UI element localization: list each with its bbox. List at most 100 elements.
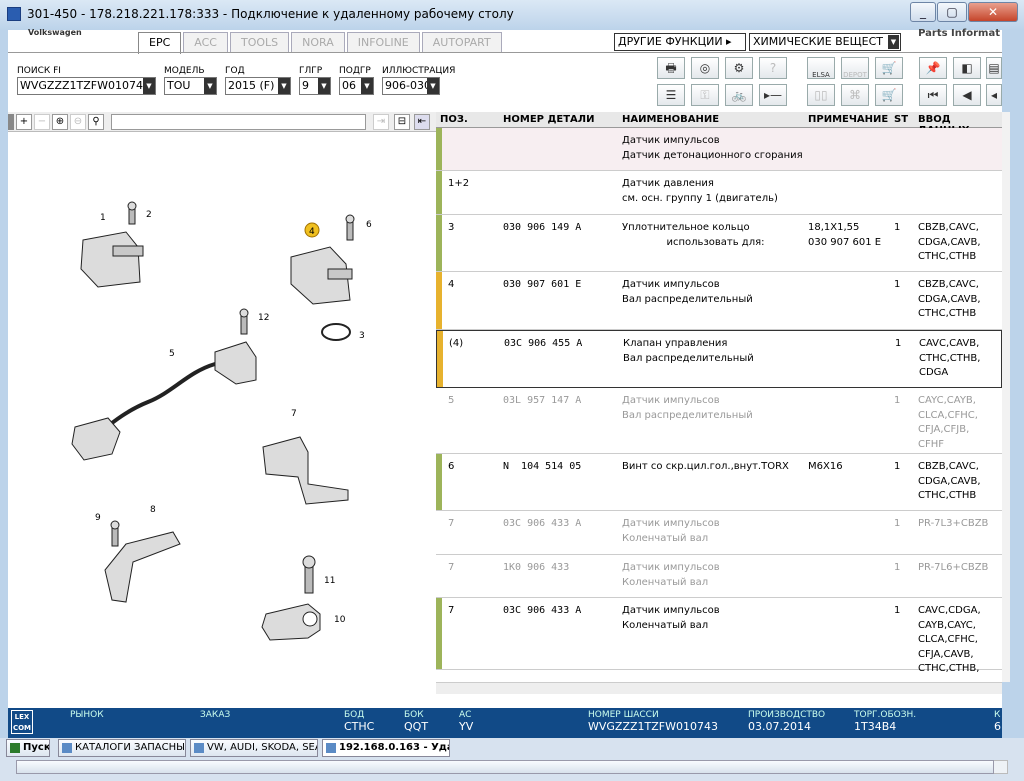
sg-select[interactable]: 06 ▼: [339, 77, 374, 95]
layout-icon[interactable]: ⊟: [394, 114, 410, 130]
col-part-number[interactable]: НОМЕР ДЕТАЛИ: [503, 114, 594, 125]
illustration-search-input[interactable]: [111, 114, 366, 130]
car-icon[interactable]: 🚲: [725, 84, 753, 106]
col-note[interactable]: ПРИМЕЧАНИЕ: [808, 114, 888, 125]
cell-st: 1: [894, 562, 901, 573]
table-row[interactable]: 5 03L 957 147 A Датчик импульсов Вал распр…: [436, 388, 1002, 454]
taskbar: Пуск КАТАЛОГИ ЗАПАСНЫХ ... VW, AUDI, SKO…: [0, 738, 1024, 758]
table-row[interactable]: Датчик импульсов Датчик детонационного с…: [436, 128, 1002, 171]
table-row[interactable]: 6 N 104 514 05 Винт со скр.цил.гол.,внут.T…: [436, 454, 1002, 511]
callout-4: 4: [309, 227, 315, 237]
cell-part-number: 03C 906 433 A: [503, 518, 582, 529]
hg-value: 9: [302, 79, 309, 92]
table-horizontal-scrollbar[interactable]: [436, 682, 1002, 694]
tab-acc[interactable]: ACC: [183, 32, 228, 52]
pin-icon[interactable]: 📌: [919, 57, 947, 79]
start-button[interactable]: Пуск: [6, 739, 50, 757]
zoom-reset-icon[interactable]: ⊖: [70, 114, 86, 130]
zoom-out-icon[interactable]: −: [34, 114, 50, 130]
cell-part-number: 03L 957 147 A: [503, 395, 582, 406]
help-icon[interactable]: ?: [759, 57, 787, 79]
chemicals-dropdown[interactable]: ХИМИЧЕСКИЕ ВЕЩЕСТ ▼: [749, 33, 901, 51]
chevron-down-icon[interactable]: ▼: [143, 78, 155, 94]
print-icon[interactable]: 🖶: [657, 57, 685, 79]
prev-page-icon[interactable]: ◀: [953, 84, 981, 106]
cell-note: 18,1X1,55 030 907 601 E: [808, 222, 882, 248]
rdp-horizontal-scrollbar[interactable]: [0, 758, 1024, 781]
table-row[interactable]: (4) 03C 906 455 A Клапан управления Вал ра…: [436, 330, 1002, 388]
tab-epc[interactable]: EPC: [138, 32, 182, 54]
table-row[interactable]: 3 030 906 149 A Уплотнительное кольцо испо…: [436, 215, 1002, 272]
parts-info-label: Parts Informat: [918, 28, 1000, 39]
cell-part-number: 030 906 149 A: [503, 222, 582, 233]
task-catalogs[interactable]: КАТАЛОГИ ЗАПАСНЫХ ...: [58, 739, 186, 757]
windows-logo-icon: [10, 743, 20, 753]
export-icon[interactable]: ⇥: [373, 114, 389, 130]
book-icon[interactable]: ▤: [986, 57, 1002, 79]
callout-7: 7: [291, 409, 297, 419]
trade-label: ТОРГ.ОБОЗН.: [854, 710, 917, 720]
search-icon[interactable]: ⚲: [88, 114, 104, 130]
depot-button[interactable]: DEPOT: [841, 57, 869, 79]
illustration-select[interactable]: 906-030 ▼: [382, 77, 440, 95]
play-end-icon[interactable]: ▸—: [759, 84, 787, 106]
table-row[interactable]: 7 03C 906 433 A Датчик импульсов Коленчаты…: [436, 598, 1002, 674]
cell-name: Датчик импульсов Датчик детонационного с…: [622, 135, 803, 161]
expand-icon[interactable]: ⇤: [414, 114, 430, 130]
callout-2: 2: [146, 210, 152, 220]
task-vw[interactable]: VW, AUDI, SKODA, SEAT: [190, 739, 318, 757]
task-rdp[interactable]: 192.168.0.163 - Удал...: [322, 739, 450, 757]
scroll-thumb[interactable]: [16, 760, 994, 774]
zoom-fit-icon[interactable]: ⊕: [52, 114, 68, 130]
first-page-icon[interactable]: ⏮: [919, 84, 947, 106]
list-icon[interactable]: ☰: [657, 84, 685, 106]
cart-icon[interactable]: 🛒: [875, 57, 903, 79]
chassis-label: НОМЕР ШАССИ: [588, 710, 659, 720]
hg-select[interactable]: 9 ▼: [299, 77, 331, 95]
search-input[interactable]: WVGZZZ1TZFW01074 ▼: [17, 77, 156, 95]
minimize-button[interactable]: _: [910, 2, 936, 22]
book-back-icon[interactable]: ◧: [953, 57, 981, 79]
cell-pos: 5: [448, 395, 455, 406]
settings-icon[interactable]: ⚙: [725, 57, 753, 79]
tree-icon[interactable]: ⌘: [841, 84, 869, 106]
cell-pos: 7: [448, 605, 455, 616]
maximize-button[interactable]: ▢: [937, 2, 967, 22]
col-st[interactable]: ST: [894, 114, 908, 125]
col-name[interactable]: НАИМЕНОВАНИЕ: [622, 114, 719, 125]
table-row[interactable]: 7 1K0 906 433 Датчик импульсов Коленчатый …: [436, 555, 1002, 598]
lexcom-label: LEX COM: [12, 713, 32, 732]
chevron-down-icon[interactable]: ▼: [278, 78, 290, 94]
elsa-button[interactable]: ELSA: [807, 57, 835, 79]
zoom-in-icon[interactable]: +: [16, 114, 32, 130]
key-icon[interactable]: ⚿: [691, 84, 719, 106]
model-select[interactable]: TOU ▼: [164, 77, 217, 95]
tab-nora[interactable]: NORA: [291, 32, 345, 52]
chevron-down-icon[interactable]: ▼: [427, 78, 439, 94]
tab-autopart[interactable]: AUTOPART: [421, 32, 502, 52]
col-pos[interactable]: ПОЗ.: [440, 114, 468, 125]
cell-pos: (4): [449, 338, 464, 349]
chevron-down-icon[interactable]: ▼: [361, 78, 373, 94]
close-button[interactable]: ✕: [968, 2, 1018, 22]
year-select[interactable]: 2015 (F) ▼: [225, 77, 291, 95]
splitter-handle[interactable]: [8, 114, 14, 130]
table-row[interactable]: 1+2 Датчик давления см. осн. группу 1 (дв…: [436, 171, 1002, 215]
ac-label: АС: [459, 710, 472, 720]
table-row[interactable]: 7 03C 906 433 A Датчик импульсов Коленчаты…: [436, 511, 1002, 555]
disc-icon[interactable]: ◎: [691, 57, 719, 79]
parts-illustration[interactable]: 1 2 3 4 5 6 7 8 9 10 11 12: [8, 132, 436, 706]
compare-icon[interactable]: ▯▯: [807, 84, 835, 106]
cell-input: CBZB,CAVC, CDGA,CAVB, CTHC,CTHB: [918, 461, 981, 501]
table-vertical-scrollbar[interactable]: [1002, 112, 1010, 682]
other-functions-button[interactable]: ДРУГИЕ ФУНКЦИИ ▸: [614, 33, 746, 51]
tab-infoline[interactable]: INFOLINE: [346, 32, 420, 52]
row-status-bar: [436, 555, 442, 597]
hg-label: ГЛГР: [299, 66, 323, 76]
tab-tools[interactable]: TOOLS: [229, 32, 290, 52]
add-cart-icon[interactable]: 🛒: [875, 84, 903, 106]
chevron-down-icon[interactable]: ▼: [318, 78, 330, 94]
prev-icon[interactable]: ◂: [986, 84, 1002, 106]
table-row[interactable]: 4 030 907 601 E Датчик импульсов Вал распр…: [436, 272, 1002, 330]
chevron-down-icon[interactable]: ▼: [204, 78, 216, 94]
